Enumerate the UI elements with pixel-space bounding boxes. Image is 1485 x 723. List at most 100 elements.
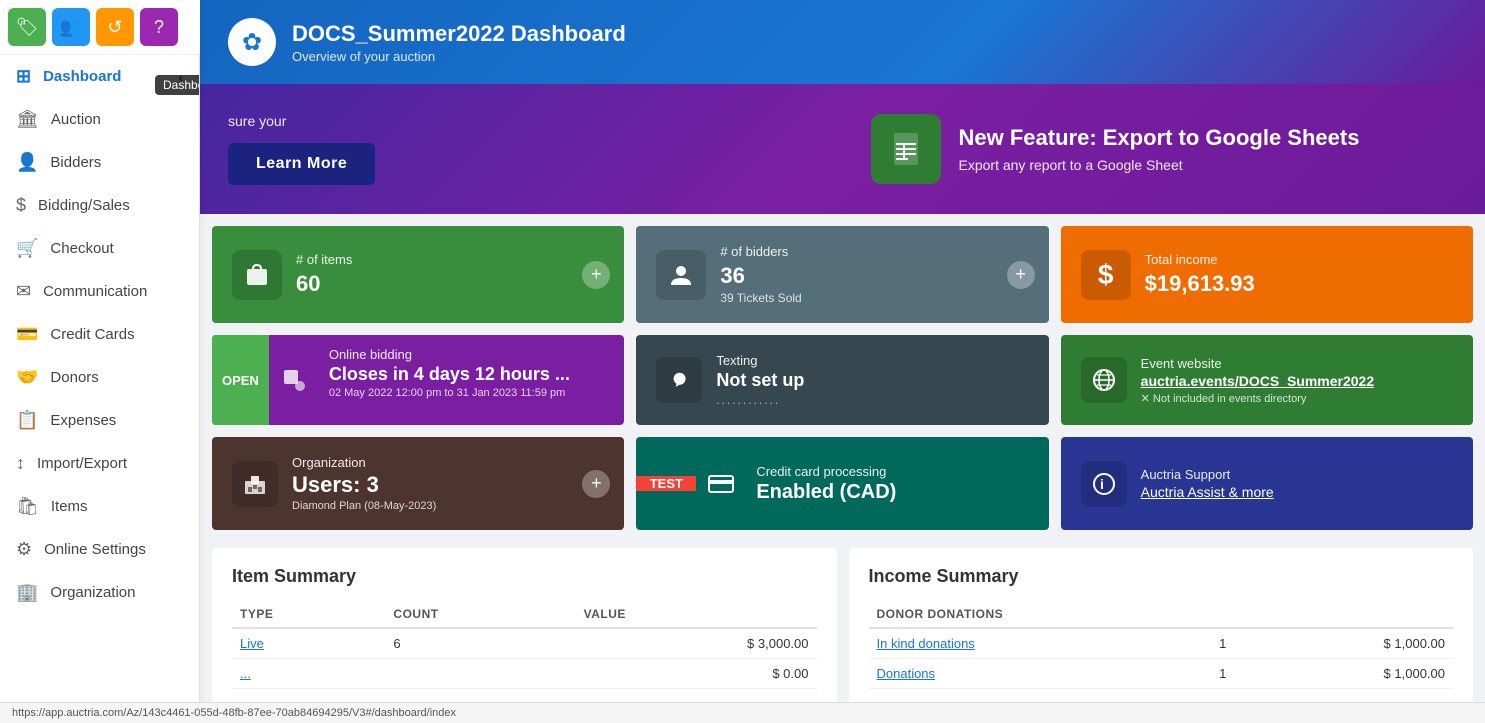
tag-icon-btn[interactable]: 🏷 [8, 8, 46, 46]
income-summary-table: Donor Donations In kind donations 1 $ 1,… [869, 601, 1454, 689]
income-col-2 [1211, 601, 1267, 628]
row-type[interactable]: ... [232, 659, 385, 689]
texting-value: Not set up [716, 370, 804, 391]
row-count [385, 659, 575, 689]
event-link[interactable]: auctria.events/DOCS_Summer2022 [1141, 373, 1374, 389]
sidebar-item-bidders[interactable]: 👤 Bidders [0, 141, 199, 184]
income-stat-label: Total income [1145, 252, 1453, 267]
event-note: ✕ Not included in events directory [1141, 392, 1374, 405]
header-text: DOCS_Summer2022 Dashboard Overview of yo… [292, 21, 626, 64]
sidebar-item-credit-cards[interactable]: 💳 Credit Cards [0, 313, 199, 356]
bidders-stat-card[interactable]: # of bidders 36 39 Tickets Sold + [636, 226, 1048, 323]
items-stat-content: # of items 60 [296, 252, 604, 297]
sidebar-item-organization[interactable]: 🏢 Organization [0, 571, 199, 614]
stats-row-3: Organization Users: 3 Diamond Plan (08-M… [200, 431, 1485, 542]
users-icon-btn[interactable]: 👥 [52, 8, 90, 46]
bidding-content: Online bidding Closes in 4 days 12 hours… [319, 335, 624, 425]
help-icon-btn[interactable]: ? [140, 8, 178, 46]
sidebar-item-label: Import/Export [37, 455, 127, 472]
dashboard-icon: ⊞ [16, 66, 31, 87]
cc-card[interactable]: TEST Credit card processing Enabled (CAD… [636, 437, 1048, 530]
cc-label: Credit card processing [756, 464, 1038, 479]
event-globe-icon [1081, 357, 1127, 403]
texting-card[interactable]: Texting Not set up ............ [636, 335, 1048, 425]
col-value: VALUE [576, 601, 817, 628]
org-plus-button[interactable]: + [582, 470, 610, 498]
sidebar-item-expenses[interactable]: 📋 Expenses [0, 399, 199, 442]
income-stat-content: Total income $19,613.93 [1145, 252, 1453, 297]
texting-content: Texting Not set up ............ [716, 353, 804, 407]
income-row-value: $ 1,000.00 [1267, 628, 1453, 659]
income-col-3 [1267, 601, 1453, 628]
support-icon: i [1081, 461, 1127, 507]
sidebar-item-online-settings[interactable]: ⚙ Online Settings [0, 528, 199, 571]
income-row-count: 1 [1211, 659, 1267, 689]
cc-content: Credit card processing Enabled (CAD) [746, 452, 1048, 516]
income-stat-card[interactable]: $ Total income $19,613.93 [1061, 226, 1473, 323]
event-card[interactable]: Event website auctria.events/DOCS_Summer… [1061, 335, 1473, 425]
sidebar-item-checkout[interactable]: 🛒 Checkout [0, 227, 199, 270]
top-icon-bar: 🏷 👥 ↺ ? [0, 0, 200, 55]
page-header: ✿ DOCS_Summer2022 Dashboard Overview of … [200, 0, 1485, 84]
sidebar-item-label: Bidders [50, 154, 101, 171]
sidebar-item-items[interactable]: 🛍 Items [0, 485, 199, 528]
feature-banner: sure your Learn More New Feature: Export… [200, 84, 1485, 214]
org-plan: Diamond Plan (08-May-2023) [292, 500, 604, 512]
sidebar-item-donors[interactable]: 🤝 Donors [0, 356, 199, 399]
bidding-type-label: Online bidding [329, 347, 614, 362]
auction-logo: ✿ [228, 18, 276, 66]
stats-row-1: # of items 60 + # of bidders 36 39 Ticke… [200, 214, 1485, 329]
event-label: Event website [1141, 356, 1374, 371]
status-bar: https://app.auctria.com/Az/143c4461-055d… [0, 702, 1485, 723]
items-stat-card[interactable]: # of items 60 + [212, 226, 624, 323]
items-plus-button[interactable]: + [582, 261, 610, 289]
support-card[interactable]: i Auctria Support Auctria Assist & more [1061, 437, 1473, 530]
bidders-plus-button[interactable]: + [1007, 261, 1035, 289]
sidebar-item-label: Expenses [50, 412, 116, 429]
income-stat-value: $19,613.93 [1145, 271, 1453, 297]
sidebar-item-import-export[interactable]: ↕ Import/Export [0, 442, 199, 485]
texting-dots: ............ [716, 393, 804, 407]
sidebar-item-communication[interactable]: ✉ Communication [0, 270, 199, 313]
table-row: ... $ 0.00 [232, 659, 817, 689]
sidebar-item-bidding-sales[interactable]: $ Bidding/Sales [0, 184, 199, 227]
page-subtitle: Overview of your auction [292, 49, 626, 64]
dashboard-tooltip: Dashboard [155, 75, 200, 95]
bidding-open-badge: OPEN [212, 335, 269, 425]
communication-icon: ✉ [16, 281, 31, 302]
checkout-icon: 🛒 [16, 238, 38, 259]
income-row-value: $ 1,000.00 [1267, 659, 1453, 689]
organization-icon: 🏢 [16, 582, 38, 603]
items-stat-icon [232, 250, 282, 300]
feature-text: New Feature: Export to Google Sheets Exp… [959, 125, 1360, 173]
cc-test-badge: TEST [636, 476, 696, 491]
income-row-label[interactable]: In kind donations [869, 628, 1212, 659]
items-icon: 🛍 [16, 496, 39, 517]
learn-more-button[interactable]: Learn More [228, 143, 375, 185]
support-link[interactable]: Auctria Assist & more [1141, 484, 1274, 500]
row-type[interactable]: Live [232, 628, 385, 659]
sidebar-item-label: Credit Cards [50, 326, 134, 343]
sidebar-item-label: Dashboard [43, 68, 121, 85]
refresh-icon-btn[interactable]: ↺ [96, 8, 134, 46]
sidebar-item-label: Auction [51, 111, 101, 128]
svg-text:i: i [1100, 476, 1104, 492]
org-label: Organization [292, 455, 604, 470]
bidding-card[interactable]: OPEN Online bidding Closes in 4 days 12 … [212, 335, 624, 425]
items-stat-value: 60 [296, 271, 604, 297]
income-summary-title: Income Summary [869, 566, 1454, 587]
bidding-card-icon [269, 335, 319, 425]
bidders-stat-content: # of bidders 36 39 Tickets Sold [720, 244, 1028, 305]
income-row-label[interactable]: Donations [869, 659, 1212, 689]
sidebar-item-auction[interactable]: 🏛 Auction [0, 98, 199, 141]
col-count: COUNT [385, 601, 575, 628]
credit-cards-icon: 💳 [16, 324, 38, 345]
import-export-icon: ↕ [16, 453, 25, 474]
sidebar-item-label: Donors [50, 369, 98, 386]
stats-row-2: OPEN Online bidding Closes in 4 days 12 … [200, 329, 1485, 431]
donors-icon: 🤝 [16, 367, 38, 388]
sidebar: Dashboard ⊞ Dashboard ‹ 🏛 Auction 👤 Bidd… [0, 0, 200, 723]
items-stat-label: # of items [296, 252, 604, 267]
table-row: Live 6 $ 3,000.00 [232, 628, 817, 659]
org-card[interactable]: Organization Users: 3 Diamond Plan (08-M… [212, 437, 624, 530]
